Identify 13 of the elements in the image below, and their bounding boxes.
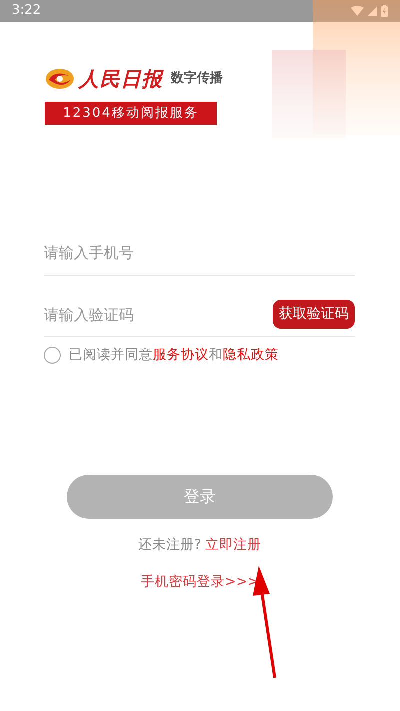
logo-brand: 人民日报 (79, 66, 163, 93)
code-field[interactable]: 请输入验证码 (44, 294, 273, 336)
agreement-text: 已阅读并同意服务协议和隐私政策 (69, 346, 279, 365)
logo-emblem-icon (45, 68, 75, 90)
agree-radio[interactable] (44, 346, 61, 364)
register-link[interactable]: 立即注册 (206, 537, 262, 554)
logo-banner: 12304移动阅报服务 (45, 102, 217, 125)
logo-tagline: 数字传播 (171, 70, 223, 88)
status-time: 3:22 (12, 2, 42, 20)
password-login-link[interactable]: 手机密码登录>>> (141, 572, 259, 592)
phone-field[interactable]: 请输入手机号 (44, 232, 355, 276)
register-prompt: 还未注册? (138, 537, 202, 554)
get-code-button[interactable]: 获取验证码 (273, 300, 355, 330)
